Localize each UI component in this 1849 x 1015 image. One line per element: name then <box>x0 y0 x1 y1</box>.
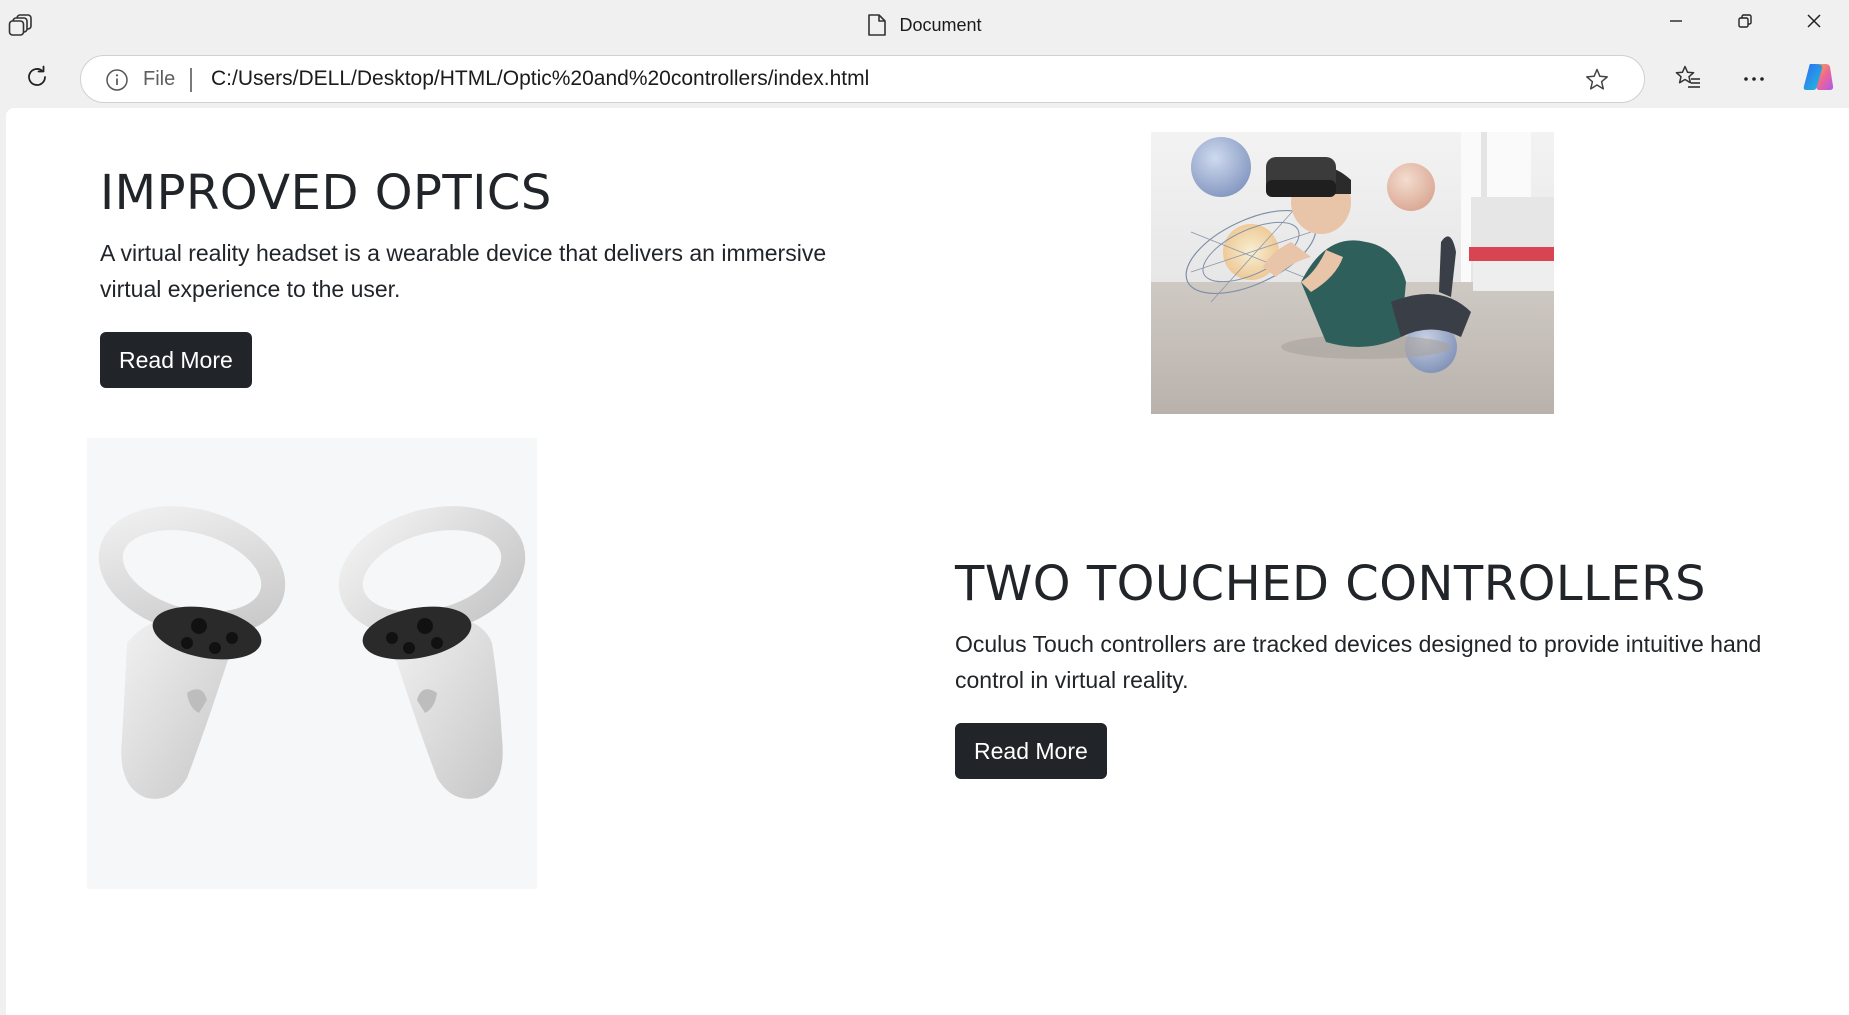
controllers-heading: TWO TOUCHED CONTROLLERS <box>955 556 1706 612</box>
touch-controllers-photo <box>87 438 537 889</box>
optics-description: A virtual reality headset is a wearable … <box>100 240 827 302</box>
minimize-button[interactable] <box>1643 0 1709 46</box>
restore-button[interactable] <box>1712 0 1778 46</box>
restore-icon <box>1737 13 1753 34</box>
browser-toolbar: File C:/Users/DELL/Desktop/HTML/Optic%20… <box>0 50 1849 108</box>
window-title-area: Document <box>0 0 1849 50</box>
more-icon <box>1742 70 1766 88</box>
minimize-icon <box>1668 13 1684 34</box>
optics-heading: IMPROVED OPTICS <box>100 165 552 221</box>
star-icon[interactable] <box>1584 67 1610 93</box>
controllers-description: Oculus Touch controllers are tracked dev… <box>955 631 1762 693</box>
favorites-icon <box>1674 64 1702 95</box>
close-icon <box>1806 13 1822 34</box>
copilot-button[interactable] <box>1797 58 1839 100</box>
close-button[interactable] <box>1781 0 1847 46</box>
address-divider <box>190 68 192 92</box>
title-bar: Document <box>0 0 1849 50</box>
vr-headset-photo <box>1151 132 1554 414</box>
page-viewport: IMPROVED OPTICS A virtual reality headse… <box>6 108 1849 1015</box>
controllers-section: TWO TOUCHED CONTROLLERS Oculus Touch con… <box>955 556 1775 779</box>
info-icon[interactable] <box>105 68 129 92</box>
window-title: Document <box>899 14 982 35</box>
optics-read-more-button[interactable]: Read More <box>100 332 252 388</box>
controllers-read-more-button[interactable]: Read More <box>955 723 1107 779</box>
reload-icon <box>24 64 50 95</box>
optics-section: IMPROVED OPTICS A virtual reality headse… <box>100 165 880 388</box>
address-bar[interactable]: File C:/Users/DELL/Desktop/HTML/Optic%20… <box>80 55 1645 103</box>
copilot-icon <box>1801 61 1835 98</box>
reload-button[interactable] <box>16 58 58 100</box>
file-scheme-label: File <box>143 68 176 90</box>
more-options-button[interactable] <box>1733 58 1775 100</box>
document-icon <box>867 13 887 37</box>
url-text[interactable]: C:/Users/DELL/Desktop/HTML/Optic%20and%2… <box>211 67 869 91</box>
favorites-button[interactable] <box>1667 58 1709 100</box>
